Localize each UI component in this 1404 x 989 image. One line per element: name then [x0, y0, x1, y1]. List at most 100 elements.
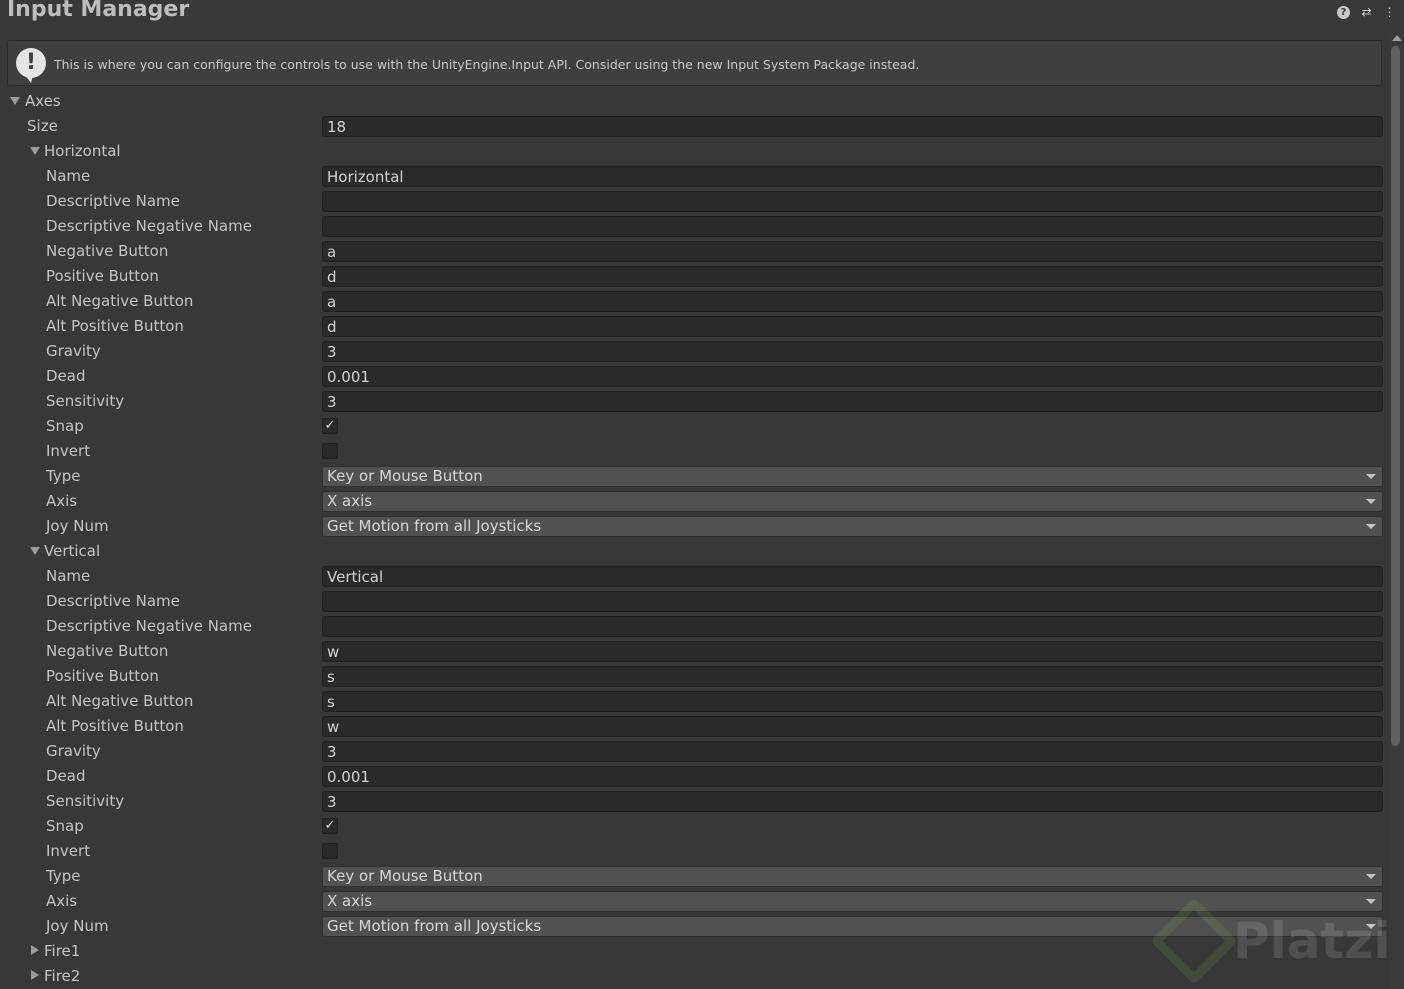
- alt-negative-button-row: Alt Negative Button: [0, 289, 1388, 314]
- preset-icon[interactable]: ⇄: [1360, 6, 1373, 19]
- help-box: ! This is where you can configure the co…: [7, 40, 1382, 86]
- scroll-thumb[interactable]: [1391, 46, 1400, 746]
- header-toolbar: ? ⇄ ⋮: [1337, 6, 1396, 19]
- chevron-down-icon: [1366, 474, 1376, 479]
- alt-negative-button-label: Alt Negative Button: [46, 292, 194, 310]
- sensitivity-label: Sensitivity: [46, 792, 125, 810]
- invert-label: Invert: [46, 842, 91, 860]
- gravity-row: Gravity: [0, 739, 1388, 764]
- dead-label: Dead: [46, 767, 86, 785]
- joy-num-dropdown[interactable]: Get Motion from all Joysticks: [322, 516, 1383, 537]
- foldout-arrow-icon[interactable]: [30, 547, 40, 555]
- foldout-arrow-icon[interactable]: [30, 147, 40, 155]
- axis-foldout-label: Horizontal: [44, 142, 121, 160]
- descriptive-name-row: Descriptive Name: [0, 589, 1388, 614]
- size-row: Size: [0, 114, 1388, 139]
- alt-positive-button-label: Alt Positive Button: [46, 717, 184, 735]
- dead-input[interactable]: [322, 366, 1383, 387]
- foldout-arrow-icon[interactable]: [31, 945, 39, 955]
- axis-foldout-vertical[interactable]: Vertical: [0, 539, 1388, 564]
- name-input[interactable]: [322, 566, 1383, 587]
- axis-foldout-label: Fire1: [44, 942, 81, 960]
- name-input[interactable]: [322, 166, 1383, 187]
- alt-negative-button-input[interactable]: [322, 691, 1383, 712]
- window-header: Input Manager ? ⇄ ⋮: [0, 0, 1404, 34]
- type-label: Type: [46, 867, 81, 885]
- negative-button-label: Negative Button: [46, 642, 169, 660]
- snap-label: Snap: [46, 417, 84, 435]
- snap-row: Snap ✓: [0, 814, 1388, 839]
- help-text: This is where you can configure the cont…: [54, 57, 920, 72]
- sensitivity-label: Sensitivity: [46, 392, 125, 410]
- descriptive-negative-name-row: Descriptive Negative Name: [0, 214, 1388, 239]
- alt-positive-button-input[interactable]: [322, 316, 1383, 337]
- page-title: Input Manager: [7, 0, 190, 22]
- positive-button-input[interactable]: [322, 666, 1383, 687]
- positive-button-input[interactable]: [322, 266, 1383, 287]
- positive-button-label: Positive Button: [46, 667, 159, 685]
- descriptive-name-input[interactable]: [322, 591, 1383, 612]
- vertical-scrollbar[interactable]: [1389, 34, 1404, 989]
- descriptive-negative-name-label: Descriptive Negative Name: [46, 217, 252, 235]
- snap-checkbox[interactable]: ✓: [322, 818, 338, 834]
- gravity-input[interactable]: [322, 741, 1383, 762]
- dead-input[interactable]: [322, 766, 1383, 787]
- snap-label: Snap: [46, 817, 84, 835]
- scroll-up-arrow-icon[interactable]: [1392, 35, 1402, 41]
- sensitivity-input[interactable]: [322, 791, 1383, 812]
- alt-negative-button-input[interactable]: [322, 291, 1383, 312]
- gravity-input[interactable]: [322, 341, 1383, 362]
- descriptive-negative-name-input[interactable]: [322, 616, 1383, 637]
- gravity-row: Gravity: [0, 339, 1388, 364]
- type-dropdown[interactable]: Key or Mouse Button: [322, 466, 1383, 487]
- dead-row: Dead: [0, 764, 1388, 789]
- axis-dropdown[interactable]: X axis: [322, 491, 1383, 512]
- axis-dropdown-value: X axis: [327, 892, 373, 910]
- help-icon[interactable]: ?: [1337, 6, 1350, 19]
- name-label: Name: [46, 567, 91, 585]
- foldout-arrow-icon[interactable]: [31, 970, 39, 980]
- descriptive-name-row: Descriptive Name: [0, 189, 1388, 214]
- type-dropdown-value: Key or Mouse Button: [327, 467, 483, 485]
- foldout-arrow-icon[interactable]: [10, 97, 20, 105]
- sensitivity-input[interactable]: [322, 391, 1383, 412]
- positive-button-row: Positive Button: [0, 664, 1388, 689]
- alt-positive-button-input[interactable]: [322, 716, 1383, 737]
- type-label: Type: [46, 467, 81, 485]
- alt-positive-button-row: Alt Positive Button: [0, 314, 1388, 339]
- name-row: Name: [0, 164, 1388, 189]
- type-row: Type Key or Mouse Button: [0, 464, 1388, 489]
- more-vertical-icon[interactable]: ⋮: [1383, 6, 1396, 19]
- type-dropdown[interactable]: Key or Mouse Button: [322, 866, 1383, 887]
- invert-checkbox[interactable]: [322, 843, 338, 859]
- descriptive-negative-name-input[interactable]: [322, 216, 1383, 237]
- negative-button-row: Negative Button: [0, 639, 1388, 664]
- axis-row: Axis X axis: [0, 489, 1388, 514]
- type-dropdown-value: Key or Mouse Button: [327, 867, 483, 885]
- axes-foldout[interactable]: Axes: [0, 89, 1388, 114]
- negative-button-row: Negative Button: [0, 239, 1388, 264]
- platzi-logo-icon: [1150, 897, 1238, 985]
- sensitivity-row: Sensitivity: [0, 389, 1388, 414]
- watermark-text: Platzi: [1233, 912, 1391, 970]
- alt-negative-button-label: Alt Negative Button: [46, 692, 194, 710]
- axis-dropdown-value: X axis: [327, 492, 373, 510]
- descriptive-name-input[interactable]: [322, 191, 1383, 212]
- axis-label: Axis: [46, 892, 78, 910]
- chevron-down-icon: [1366, 524, 1376, 529]
- dead-row: Dead: [0, 364, 1388, 389]
- size-input[interactable]: [322, 116, 1383, 137]
- snap-row: Snap ✓: [0, 414, 1388, 439]
- properties-list: Axes Size Horizontal Name Descriptive Na…: [0, 89, 1388, 989]
- gravity-label: Gravity: [46, 742, 101, 760]
- joy-num-label: Joy Num: [46, 917, 109, 935]
- invert-checkbox[interactable]: [322, 443, 338, 459]
- invert-row: Invert: [0, 439, 1388, 464]
- chevron-down-icon: [1366, 874, 1376, 879]
- info-icon: !: [16, 48, 46, 83]
- axis-foldout-horizontal[interactable]: Horizontal: [0, 139, 1388, 164]
- negative-button-input[interactable]: [322, 641, 1383, 662]
- negative-button-input[interactable]: [322, 241, 1383, 262]
- axis-foldout-label: Fire2: [44, 967, 81, 985]
- snap-checkbox[interactable]: ✓: [322, 418, 338, 434]
